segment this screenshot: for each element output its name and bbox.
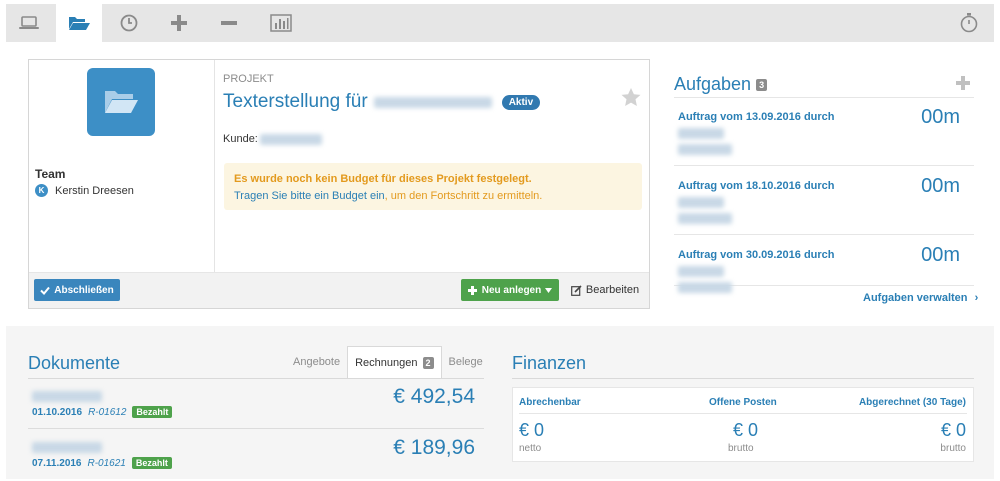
minus-icon[interactable] (206, 4, 252, 42)
invoice-amount: € 492,54 (393, 385, 475, 408)
task-text: Auftrag vom 30.09.2016 durch (678, 247, 878, 295)
documents-title: Dokumente (28, 353, 121, 373)
divider (512, 378, 974, 379)
budget-alert-message: Es wurde noch kein Budget für dieses Pro… (234, 173, 532, 185)
team-member-name: Kerstin Dreesen (55, 184, 134, 197)
invoice-date: 07.11.2016 (32, 457, 82, 469)
project-sidebar: Team K Kerstin Dreesen (29, 60, 215, 272)
billed-30-days-value: € 0 (940, 420, 966, 440)
divider (519, 413, 967, 414)
task-title: Auftrag vom 13.09.2016 durch (678, 111, 835, 123)
invoice-row[interactable]: 07.11.2016 R-01621 Bezahlt € 189,96 (28, 430, 484, 480)
documents-tabs: Angebote Rechnungen 2 Belege (286, 346, 490, 378)
invoice-count-badge: 2 (422, 356, 434, 369)
plus-icon[interactable] (156, 4, 202, 42)
finances-title: Finanzen (512, 353, 587, 373)
status-badge: Aktiv (501, 94, 541, 110)
open-items-label: Offene Posten (709, 397, 777, 408)
redacted-text[interactable] (259, 133, 322, 145)
invoice-meta: 07.11.2016 R-01621 Bezahlt (32, 457, 172, 469)
tab-invoices[interactable]: Rechnungen 2 (347, 346, 442, 378)
task-duration: 00m (921, 106, 960, 128)
caret-down-icon (545, 287, 553, 293)
billable-value: € 0 (519, 420, 545, 440)
stopwatch-icon[interactable] (946, 4, 992, 42)
manage-tasks-link[interactable]: Aufgaben verwalten › (863, 292, 978, 304)
redacted-text (678, 212, 732, 224)
tasks-count-badge: 3 (756, 78, 768, 91)
task-text: Auftrag vom 18.10.2016 durch (678, 178, 878, 226)
redacted-text (32, 391, 102, 402)
redacted-text (373, 96, 492, 108)
budget-alert: Es wurde noch kein Budget für dieses Pro… (224, 163, 642, 210)
complete-project-button[interactable]: Abschließen (34, 279, 120, 301)
edit-icon (570, 284, 582, 296)
bar-chart-icon[interactable] (258, 4, 304, 42)
invoice-date: 01.10.2016 (32, 406, 83, 418)
task-duration: 00m (921, 244, 960, 266)
finances-summary: Abrechenbar Offene Posten Abgerechnet (3… (512, 387, 974, 462)
billable-label: Abrechenbar (519, 397, 581, 408)
customer-label: Kunde: (223, 133, 258, 145)
project-type-label: PROJEKT (223, 73, 274, 85)
check-icon (40, 286, 51, 295)
manage-tasks-label: Aufgaben verwalten (863, 292, 968, 304)
project-title: Texterstellung für Aktiv (223, 91, 541, 113)
task-duration: 00m (921, 175, 960, 197)
billable-note: netto (519, 443, 542, 454)
redacted-text (678, 281, 732, 293)
redacted-text (678, 143, 732, 155)
redacted-text (678, 265, 724, 277)
project-card-footer: Abschließen Neu anlegen Bearbeiten (29, 272, 649, 308)
customer-line: Kunde: (223, 133, 322, 145)
project-title-text: Texterstellung für (223, 91, 368, 112)
invoice-amount: € 189,96 (393, 436, 475, 459)
task-item[interactable]: Auftrag vom 13.09.2016 durch 00m (674, 98, 974, 166)
billed-30-days-label: Abgerechnet (30 Tage) (858, 397, 966, 408)
tasks-heading: Aufgaben 3 (674, 74, 768, 95)
open-items-value: € 0 (733, 420, 759, 440)
add-task-icon[interactable] (956, 73, 970, 96)
task-title: Auftrag vom 18.10.2016 durch (678, 180, 835, 192)
status-badge: Bezahlt (131, 457, 172, 469)
invoice-meta: 01.10.2016 R-01612 Bezahlt (32, 406, 173, 418)
task-item[interactable]: Auftrag vom 18.10.2016 durch 00m (674, 167, 974, 235)
task-title: Auftrag vom 30.09.2016 durch (678, 249, 835, 261)
chevron-right-icon: › (974, 292, 979, 304)
edit-project-button[interactable]: Bearbeiten (569, 279, 641, 301)
task-text: Auftrag vom 13.09.2016 durch (678, 109, 878, 157)
billed-30-days-note: brutto (940, 443, 966, 454)
project-card: Team K Kerstin Dreesen PROJEKT Texterste… (28, 59, 650, 309)
star-icon[interactable] (621, 88, 641, 110)
task-item[interactable]: Auftrag vom 30.09.2016 durch 00m (674, 236, 974, 293)
budget-alert-rest: , um den Fortschritt zu ermitteln. (384, 190, 543, 202)
plus-icon (467, 285, 477, 295)
invoice-row[interactable]: 01.10.2016 R-01612 Bezahlt € 492,54 (28, 379, 484, 429)
tasks-title: Aufgaben (674, 74, 752, 94)
create-new-button[interactable]: Neu anlegen (461, 279, 559, 301)
tab-invoices-label: Rechnungen (355, 356, 418, 369)
team-member[interactable]: K Kerstin Dreesen (35, 184, 134, 197)
complete-project-label: Abschließen (54, 284, 114, 296)
laptop-icon[interactable] (6, 4, 52, 42)
create-new-label: Neu anlegen (481, 284, 542, 296)
tab-receipts[interactable]: Belege (442, 346, 490, 378)
status-badge: Bezahlt (132, 406, 173, 418)
edit-project-label: Bearbeiten (585, 284, 640, 296)
open-items-note: brutto (728, 443, 754, 454)
redacted-text (32, 442, 102, 453)
invoice-number[interactable]: R-01621 (88, 458, 126, 469)
redacted-text (678, 127, 724, 139)
team-label: Team (35, 167, 66, 181)
set-budget-link[interactable]: Tragen Sie bitte ein Budget ein (234, 190, 385, 202)
project-folder-icon (87, 68, 155, 136)
main-toolbar (6, 4, 994, 42)
folder-open-icon[interactable] (56, 4, 102, 42)
clock-icon[interactable] (106, 4, 152, 42)
tab-offers[interactable]: Angebote (286, 346, 347, 378)
avatar: K (35, 184, 48, 197)
redacted-text (678, 196, 724, 208)
invoice-number[interactable]: R-01612 (88, 407, 126, 418)
